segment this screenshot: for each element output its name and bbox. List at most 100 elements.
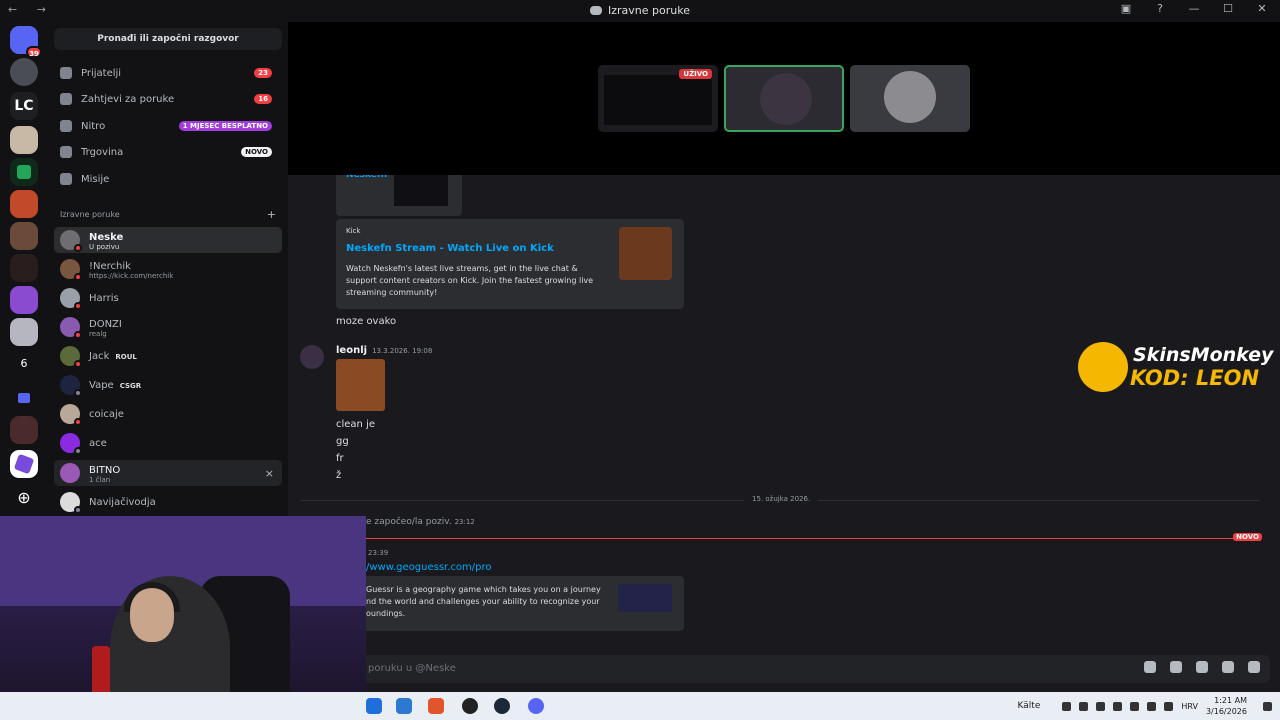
server-icon[interactable]	[10, 450, 38, 478]
microphone	[92, 646, 110, 696]
dm-name: Navijačivodja	[89, 497, 156, 508]
shop-icon	[60, 146, 72, 158]
call-started-notice: e započeo/la poziv. 23:12	[366, 517, 475, 527]
message-text: clean je	[336, 419, 376, 430]
author-name[interactable]: leonlj	[336, 345, 367, 356]
author-avatar[interactable]	[300, 345, 324, 369]
webcam-overlay	[0, 516, 366, 720]
close-icon[interactable]: ✕	[1254, 2, 1270, 15]
app-icon[interactable]	[396, 698, 412, 714]
start-icon[interactable]	[366, 698, 382, 714]
dm-sub: 1 član	[89, 476, 111, 484]
sticker-icon[interactable]	[1196, 661, 1208, 673]
participant-tile[interactable]	[850, 65, 970, 132]
quests-icon	[60, 173, 72, 185]
clock[interactable]: 1:21 AM 3/16/2026	[1206, 695, 1247, 717]
message-author[interactable]: leonlj 13.3.2026. 19:08	[336, 345, 432, 356]
steam-icon[interactable]	[494, 698, 510, 714]
server-icon[interactable]: LC	[10, 92, 38, 120]
minimize-icon[interactable]: —	[1186, 2, 1202, 15]
embed-title-link[interactable]: Neskefn Stream - Watch Live on Kick	[346, 243, 554, 254]
dm-sidebar: Pronađi ili započni razgovor Prijatelji …	[48, 22, 288, 520]
home-button[interactable]: 39	[10, 26, 42, 58]
dm-item-donzi[interactable]: DONZI realg	[54, 314, 282, 340]
mic-icon[interactable]	[1096, 701, 1106, 711]
title-bar: ← → Izravne poruke ▣ ? — ☐ ✕	[0, 0, 1280, 22]
dm-item-coicaje[interactable]: coicaje	[54, 401, 282, 427]
home-badge: 39	[26, 46, 42, 58]
date-divider: 15. ožujka 2026.	[300, 495, 1260, 503]
dm-item-bitno[interactable]: BITNO 1 član ×	[54, 460, 282, 486]
dm-item-harris[interactable]: Harris	[54, 285, 282, 311]
obs-icon[interactable]	[462, 698, 478, 714]
message-image[interactable]	[336, 359, 385, 411]
nav-nitro[interactable]: Nitro 1 MJESEC BESPLATNO	[54, 114, 282, 138]
add-server-icon[interactable]: ⊕	[10, 484, 38, 512]
embed-provider: Kick	[346, 227, 361, 235]
server-rail: 39 LC 6 ⊕	[0, 22, 48, 520]
headset-icon[interactable]	[1113, 701, 1123, 711]
emoji-icon[interactable]	[1222, 661, 1234, 673]
window-title-text: Izravne poruke	[608, 4, 690, 17]
server-icon[interactable]	[10, 222, 38, 250]
server-icon[interactable]	[10, 254, 38, 282]
dm-name: DONZI	[89, 319, 122, 330]
dm-item-ace[interactable]: ace	[54, 430, 282, 456]
maximize-icon[interactable]: ☐	[1220, 2, 1236, 15]
wifi-icon[interactable]	[1130, 701, 1140, 711]
nav-message-requests[interactable]: Zahtjevi za poruke 16	[54, 87, 282, 111]
live-badge: UŽIVO	[679, 69, 712, 79]
embed-thumbnail	[618, 584, 672, 612]
network-icon[interactable]	[1079, 701, 1089, 711]
dm-item-navijacivodja[interactable]: Navijačivodja	[54, 489, 282, 515]
server-icon[interactable]	[10, 318, 38, 346]
dm-item-neske[interactable]: Neske U pozivu	[54, 227, 282, 253]
help-icon[interactable]: ?	[1152, 2, 1168, 15]
volume-icon[interactable]	[1147, 701, 1157, 711]
dm-item-jack[interactable]: Jack ROUL	[54, 343, 282, 369]
server-icon[interactable]	[10, 286, 38, 314]
nav-label: Trgovina	[81, 146, 124, 158]
weather-label[interactable]: Kälte	[1018, 701, 1041, 711]
participant-tile[interactable]	[724, 65, 844, 132]
server-icon[interactable]	[10, 126, 38, 154]
message-composer[interactable]: poruku u @Neske	[300, 655, 1270, 683]
nav-friends[interactable]: Prijatelji 23	[54, 61, 282, 85]
folder-icon[interactable]	[10, 384, 38, 412]
message-text: ž	[336, 470, 342, 481]
notifications-icon[interactable]	[1263, 701, 1272, 711]
inbox-icon[interactable]: ▣	[1118, 2, 1134, 15]
language-label[interactable]: HRV	[1181, 702, 1198, 711]
clock-date: 3/16/2026	[1205, 707, 1247, 716]
nav-quests[interactable]: Misije	[54, 167, 282, 191]
taskbar: Kälte HRV 1:21 AM 3/16/2026	[0, 692, 1280, 720]
close-dm-icon[interactable]: ×	[265, 467, 274, 480]
dm-item-nerchik[interactable]: !Nerchik https://kick.com/nerchik	[54, 256, 282, 282]
dm-name-text: Vape	[89, 380, 114, 391]
nav-shop[interactable]: Trgovina NOVO	[54, 140, 282, 164]
battery-icon[interactable]	[1164, 701, 1174, 711]
server-icon[interactable]	[10, 190, 38, 218]
nav-label: Zahtjevi za poruke	[81, 93, 175, 105]
server-icon[interactable]	[10, 158, 38, 186]
dm-name: Harris	[89, 293, 119, 304]
gift-icon[interactable]	[1144, 661, 1156, 673]
dm-sub: U pozivu	[89, 243, 120, 251]
dm-item-vape[interactable]: Vape CSGR	[54, 372, 282, 398]
discord-taskbar-icon[interactable]	[528, 698, 544, 714]
message-text: moze ovako	[336, 316, 397, 327]
apps-icon[interactable]	[1248, 661, 1260, 673]
friends-badge: 23	[254, 68, 272, 78]
stream-tile[interactable]: UŽIVO	[598, 65, 718, 132]
brave-icon[interactable]	[428, 698, 444, 714]
gif-icon[interactable]	[1170, 661, 1182, 673]
server-icon[interactable]	[10, 416, 38, 444]
message-timestamp: 23:39	[368, 549, 389, 557]
call-notice-time: 23:12	[454, 518, 475, 526]
add-dm-icon[interactable]: +	[267, 208, 276, 221]
find-conversation-button[interactable]: Pronađi ili započni razgovor	[54, 28, 282, 50]
chevron-up-icon[interactable]	[1062, 701, 1072, 711]
server-icon[interactable]	[10, 58, 38, 86]
server-number[interactable]: 6	[10, 350, 38, 378]
message-link[interactable]: /www.geoguessr.com/pro	[366, 562, 492, 573]
